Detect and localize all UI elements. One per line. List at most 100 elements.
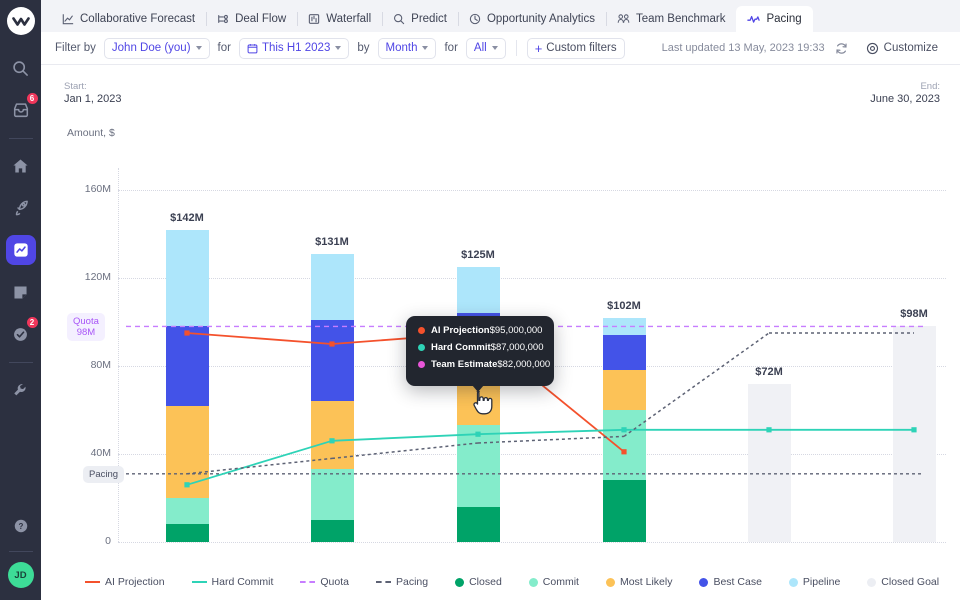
legend-item[interactable]: Closed [455, 576, 502, 588]
legend-item[interactable]: Pacing [375, 576, 428, 588]
sidebar-divider-2 [8, 362, 33, 363]
bar-segment[interactable] [456, 267, 500, 314]
main-panel: Collaborative Forecast Deal Flow Waterfa… [41, 0, 960, 600]
scope-filter-dropdown[interactable]: All [465, 37, 506, 59]
legend-swatch [605, 577, 615, 587]
bar-segment[interactable] [602, 335, 646, 371]
custom-filters-button[interactable]: + Custom filters [526, 37, 625, 59]
tooltip-series-value: $87,000,000 [490, 342, 544, 353]
chevron-down-icon [422, 46, 429, 50]
y-gridline [118, 278, 946, 279]
for-label-2: for [444, 42, 458, 54]
tab-deal-flow[interactable]: Deal Flow [206, 6, 299, 32]
tab-label: Deal Flow [235, 13, 287, 25]
legend-label: Hard Commit [211, 576, 274, 588]
y-axis-tick: 40M [90, 447, 111, 459]
last-updated-label: Last updated 13 May, 2023 19:33 [661, 42, 825, 54]
legend-item[interactable]: Closed Goal [867, 576, 939, 588]
tooltip-series-value: $82,000,000 [497, 359, 551, 370]
bar-segment[interactable] [602, 480, 646, 542]
legend-label: Best Case [713, 576, 762, 588]
legend-item[interactable]: Hard Commit [191, 576, 274, 588]
tab-label: Collaborative Forecast [80, 13, 196, 25]
tab-waterfall[interactable]: Waterfall [297, 6, 384, 32]
sidebar: 6 2 ? JD [0, 0, 41, 600]
bar-segment[interactable] [310, 520, 354, 542]
sidebar-item-help[interactable]: ? [6, 511, 36, 541]
for-label-1: for [217, 42, 231, 54]
bar-segment[interactable] [602, 317, 646, 336]
bar-segment[interactable] [165, 524, 209, 542]
chart-area: Start: Jan 1, 2023 End: June 30, 2023 Am… [41, 65, 960, 600]
bar-segment[interactable] [310, 401, 354, 470]
tab-label: Pacing [766, 13, 802, 25]
sidebar-item-inbox[interactable]: 6 [6, 92, 39, 125]
legend-label: Commit [542, 576, 579, 588]
y-gridline [118, 542, 946, 543]
sidebar-item-settings[interactable] [6, 375, 36, 405]
sidebar-item-home[interactable] [6, 151, 36, 181]
person-filter-dropdown[interactable]: John Doe (you) [103, 37, 210, 59]
tasks-badge: 2 [25, 316, 39, 329]
bar-segment[interactable] [310, 253, 354, 320]
app-root: 6 2 ? JD Collaborative Forecast Deal Flo… [0, 0, 960, 600]
bar-segment[interactable] [602, 410, 646, 481]
line-chart-icon [62, 13, 74, 25]
legend-item[interactable]: Commit [528, 576, 579, 588]
bar-segment[interactable] [165, 498, 209, 525]
period-filter-value: This H1 2023 [261, 42, 331, 54]
bar-segment[interactable] [602, 370, 646, 410]
waterfall-icon [308, 13, 320, 25]
tab-pacing[interactable]: Pacing [736, 6, 813, 32]
bar-segment[interactable] [892, 326, 936, 542]
grouping-filter-dropdown[interactable]: Month [377, 37, 437, 59]
y-axis-line [118, 168, 119, 542]
sidebar-item-analytics[interactable] [5, 235, 36, 265]
bar-segment[interactable] [310, 469, 354, 520]
y-axis-tick: 80M [90, 359, 111, 371]
tab-team-benchmark[interactable]: Team Benchmark [606, 6, 738, 32]
svg-text:?: ? [18, 522, 23, 531]
legend-label: Closed Goal [881, 576, 940, 588]
tab-predict[interactable]: Predict [382, 6, 459, 32]
tab-label: Opportunity Analytics [486, 13, 595, 25]
legend-item[interactable]: Pipeline [788, 576, 840, 588]
app-logo-icon[interactable] [6, 7, 35, 35]
sidebar-item-rocket[interactable] [6, 193, 36, 223]
legend-swatch [375, 581, 391, 583]
tab-opportunity-analytics[interactable]: Opportunity Analytics [458, 6, 607, 32]
bar-segment[interactable] [456, 506, 500, 542]
by-label: by [357, 42, 370, 54]
pulse-icon [747, 13, 761, 25]
y-gridline [118, 190, 946, 191]
bar-segment[interactable] [747, 383, 791, 542]
legend-swatch [788, 577, 798, 587]
custom-filters-label: Custom filters [546, 42, 617, 54]
tab-collaborative-forecast[interactable]: Collaborative Forecast [51, 6, 208, 32]
avatar[interactable]: JD [7, 562, 34, 588]
grouping-filter-value: Month [385, 42, 418, 54]
legend-item[interactable]: AI Projection [85, 576, 165, 588]
legend-item[interactable]: Quota [300, 576, 349, 588]
tooltip-row: AI Projection $95,000,000 [418, 325, 542, 336]
legend-item[interactable]: Most Likely [605, 576, 672, 588]
legend-label: Quota [320, 576, 349, 588]
customize-button[interactable]: Customize [858, 39, 946, 58]
person-filter-value: John Doe (you) [111, 42, 191, 54]
chart-legend: AI Projection Hard Commit Quota Pacing Close… [41, 576, 960, 588]
refresh-icon[interactable] [835, 42, 848, 55]
bar-segment[interactable] [165, 405, 209, 498]
gear-icon [866, 42, 879, 55]
bar-segment[interactable] [165, 229, 209, 327]
legend-item[interactable]: Best Case [699, 576, 762, 588]
bar-segment[interactable] [310, 319, 354, 402]
calendar-icon [247, 43, 258, 54]
bar-segment[interactable] [456, 425, 500, 507]
sidebar-item-tasks[interactable]: 2 [6, 316, 39, 349]
period-filter-dropdown[interactable]: This H1 2023 [238, 37, 350, 59]
sidebar-item-notes[interactable] [6, 277, 36, 307]
bar-segment[interactable] [165, 326, 209, 406]
y-axis-tick: 0 [105, 535, 111, 547]
ref-label: Quota [73, 316, 99, 328]
sidebar-item-search[interactable] [6, 53, 36, 83]
